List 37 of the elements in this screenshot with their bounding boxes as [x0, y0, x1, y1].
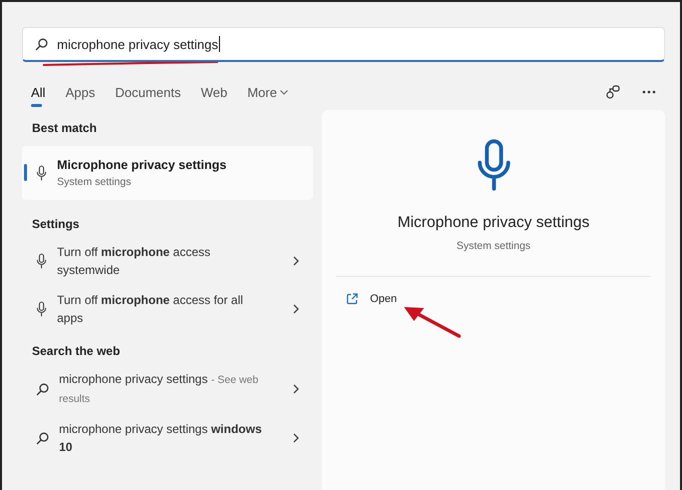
result-text: microphone privacy settings - See web results: [59, 371, 260, 407]
web-result[interactable]: microphone privacy settings windows 10: [22, 414, 313, 462]
dropdown-icon: [280, 90, 288, 94]
microphone-icon: [36, 253, 47, 269]
open-action[interactable]: Open: [342, 291, 401, 307]
annotation-arrow: [402, 305, 462, 339]
section-heading: Settings: [31, 216, 80, 233]
microphone-icon: [36, 301, 47, 317]
best-match-item[interactable]: Microphone privacy settings System settings: [22, 146, 313, 200]
filter-tab[interactable]: All: [22, 76, 54, 108]
microphone-icon: [36, 165, 47, 181]
settings-result[interactable]: Turn off microphone access for all apps: [22, 285, 313, 333]
search-icon: [36, 382, 49, 396]
filter-tab[interactable]: Web: [192, 76, 236, 108]
detail-subtitle: System settings: [456, 240, 531, 252]
chevron-icon: [293, 384, 299, 394]
detail-title: Microphone privacy settings: [397, 214, 590, 232]
result-title: Microphone privacy settings: [57, 158, 226, 172]
result-text: Turn off microphone access for all apps: [57, 292, 244, 327]
section-heading: Best match: [31, 120, 98, 137]
result-text: microphone privacy settings windows 10: [59, 421, 263, 456]
external-link-icon: [346, 293, 358, 305]
filter-tab[interactable]: More: [239, 76, 296, 108]
chevron-icon: [293, 433, 299, 443]
filter-tab[interactable]: Documents: [107, 76, 189, 108]
search-icon: [35, 38, 48, 50]
result-text: Turn off microphone access systemwide: [57, 244, 212, 279]
web-result[interactable]: microphone privacy settings - See web results: [22, 364, 313, 414]
chevron-icon: [293, 256, 299, 266]
filter-tab[interactable]: Apps: [57, 76, 104, 108]
settings-result[interactable]: Turn off microphone access systemwide: [22, 237, 313, 285]
search-icon: [36, 432, 49, 444]
share-icon[interactable]: [605, 84, 621, 100]
section-heading: Search the web: [31, 343, 122, 360]
search-query: microphone privacy settings: [57, 36, 218, 52]
chevron-icon: [293, 304, 299, 314]
result-subtitle: System settings: [57, 176, 132, 188]
